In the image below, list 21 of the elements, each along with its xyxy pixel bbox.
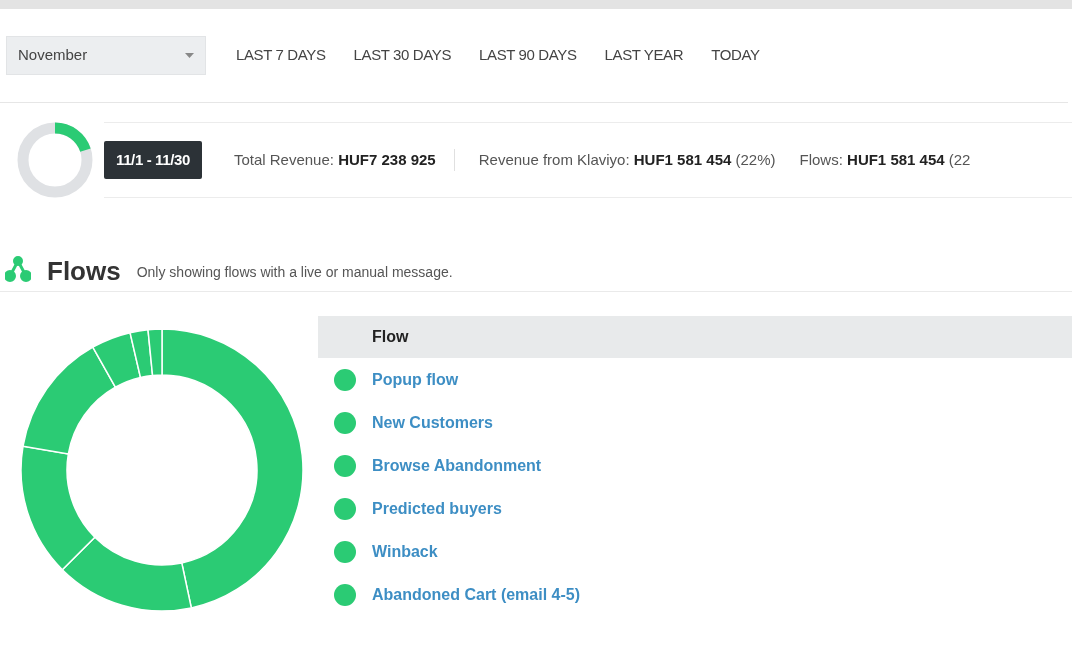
date-range-badge: 11/1 - 11/30 xyxy=(104,140,202,180)
flow-link[interactable]: Popup flow xyxy=(372,367,459,392)
range-link[interactable]: LAST 7 DAYS xyxy=(222,44,340,67)
flows-icon xyxy=(5,256,31,282)
range-link[interactable]: LAST 90 DAYS xyxy=(465,44,591,67)
section-note: Only showing flows with a live or manual message. xyxy=(136,263,453,282)
flow-link[interactable]: Browse Abandonment xyxy=(372,453,542,478)
revenue-stat: Total Revenue: HUF7 238 925 xyxy=(233,148,455,172)
flow-link[interactable]: Predicted buyers xyxy=(372,496,502,521)
flow-link[interactable]: New Customers xyxy=(372,410,493,435)
revenue-stat: Revenue from Klaviyo: HUF1 581 454 (22%) xyxy=(478,149,776,170)
caret-icon xyxy=(185,53,194,58)
section-title: Flows xyxy=(47,258,121,284)
column-header: Flow xyxy=(372,327,409,347)
range-link[interactable]: TODAY xyxy=(697,44,774,67)
revenue-stat: Flows: HUF1 581 454 (22 xyxy=(799,149,971,170)
range-link[interactable]: LAST 30 DAYS xyxy=(339,44,466,67)
range-link[interactable]: LAST YEAR xyxy=(590,44,698,67)
flow-link[interactable]: Abandoned Cart (email 4-5) xyxy=(372,582,581,607)
flow-link[interactable]: Winback xyxy=(372,539,438,564)
period-dropdown[interactable]: November xyxy=(6,36,206,75)
